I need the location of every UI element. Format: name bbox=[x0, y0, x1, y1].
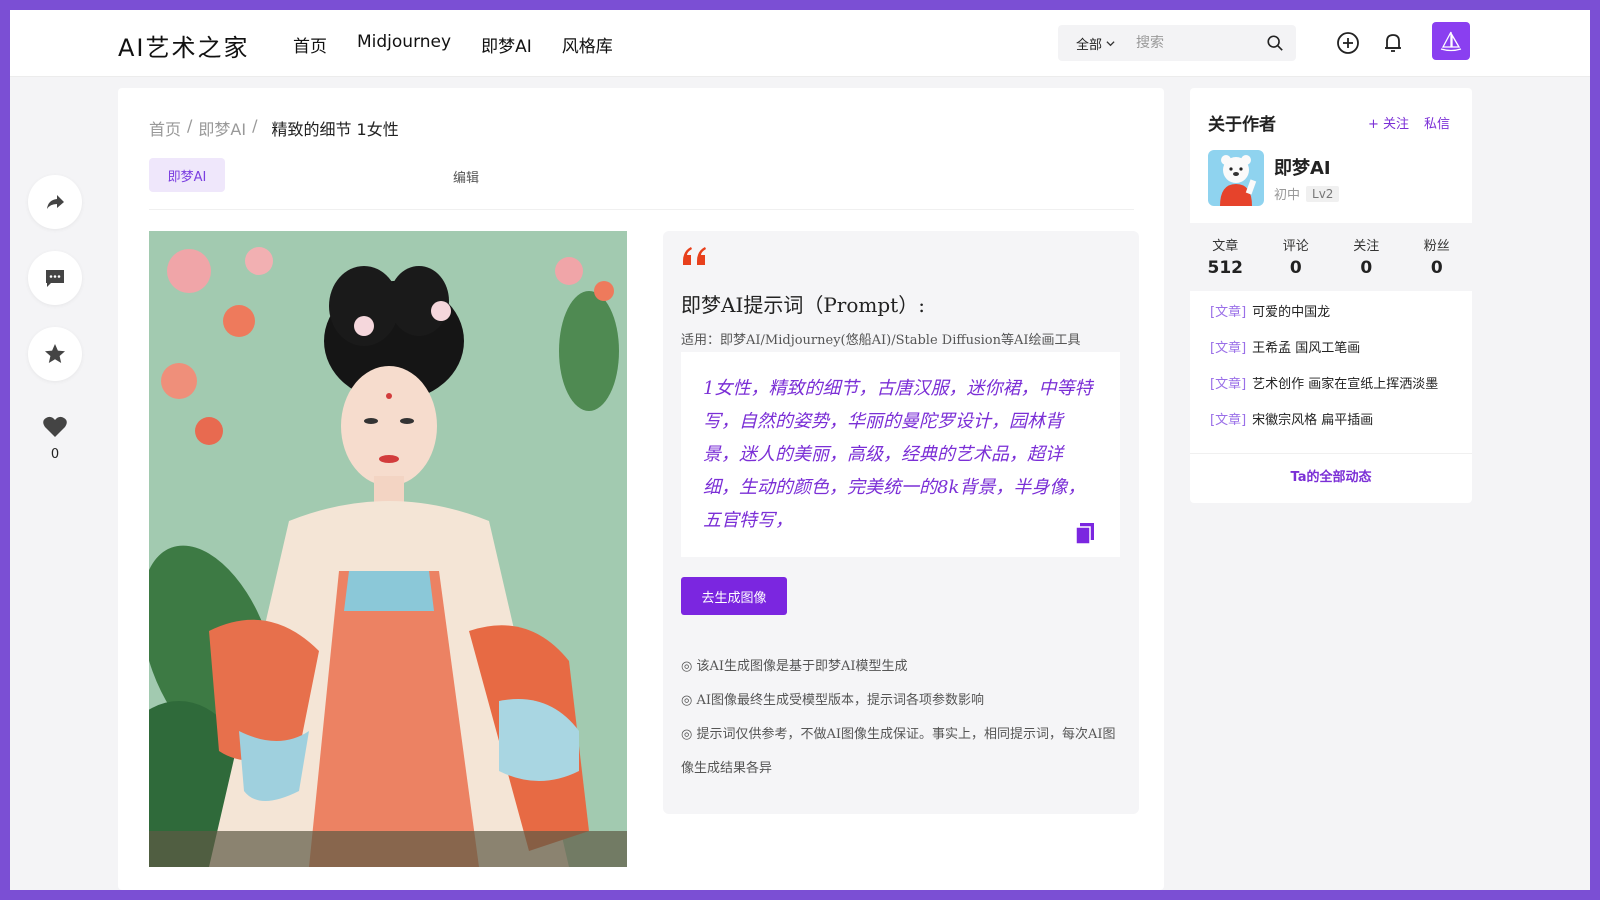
note-line: ◎ AI图像最终生成受模型版本，提示词各项参数影响 bbox=[681, 693, 984, 708]
site-logo[interactable]: AI艺术之家 bbox=[118, 28, 250, 63]
quote-icon bbox=[683, 247, 706, 265]
follow-button[interactable]: + 关注 bbox=[1368, 113, 1409, 132]
stat-comments[interactable]: 评论 0 bbox=[1261, 223, 1332, 291]
search-scope-label: 全部 bbox=[1076, 37, 1103, 53]
stat-label: 评论 bbox=[1282, 239, 1309, 254]
search-input[interactable] bbox=[1136, 35, 1256, 51]
all-activity-link[interactable]: Ta的全部动态 bbox=[1190, 466, 1472, 485]
nav-item-midjourney[interactable]: Midjourney bbox=[357, 32, 451, 57]
note-line: ◎ 提示词仅供参考，不做AI图像生成保证。事实上，相同提示词，每次AI图像生成结… bbox=[681, 727, 1116, 776]
note-line: ◎ 该AI生成图像是基于即梦AI模型生成 bbox=[681, 659, 908, 674]
nav-item-home[interactable]: 首页 bbox=[293, 32, 327, 57]
browser-frame: AI艺术之家 首页 Midjourney 即梦AI 风格库 全部 搜索 0 首页… bbox=[10, 10, 1590, 890]
favorite-button[interactable] bbox=[28, 327, 82, 381]
post-tag: [文章] bbox=[1210, 341, 1247, 356]
article-card: 首页 / 即梦AI / 精致的细节 1女性 即梦AI 编辑 即梦AI提示词（Pr… bbox=[118, 88, 1164, 890]
message-button[interactable]: 私信 bbox=[1424, 113, 1450, 132]
breadcrumb-current: 精致的细节 1女性 bbox=[271, 120, 399, 139]
breadcrumb-separator: / bbox=[187, 116, 193, 135]
add-circle-icon[interactable] bbox=[1335, 30, 1361, 56]
chevron-down-icon bbox=[1106, 40, 1115, 46]
copy-icon[interactable] bbox=[1074, 521, 1096, 545]
list-item[interactable]: [文章] 宋徽宗风格 扁平插画 bbox=[1210, 409, 1460, 445]
level-text: 初中 bbox=[1274, 188, 1301, 203]
star-icon bbox=[45, 344, 65, 363]
sailboat-icon bbox=[1440, 31, 1462, 52]
user-avatar[interactable] bbox=[1432, 22, 1470, 60]
edit-link[interactable]: 编辑 bbox=[453, 167, 479, 186]
artwork-image[interactable] bbox=[149, 231, 627, 867]
post-tag: [文章] bbox=[1210, 413, 1247, 428]
stat-value: 512 bbox=[1207, 258, 1244, 278]
hanfu-portrait-illustration bbox=[149, 231, 627, 867]
divider bbox=[1190, 453, 1472, 454]
search-scope-dropdown[interactable]: 全部 bbox=[1058, 34, 1136, 53]
list-item[interactable]: [文章] 艺术创作 画家在宣纸上挥洒淡墨 bbox=[1210, 373, 1460, 409]
post-title: 王希孟 国风工笔画 bbox=[1252, 341, 1361, 356]
stat-value: 0 bbox=[1360, 258, 1373, 278]
stat-value: 0 bbox=[1430, 258, 1443, 278]
category-tag[interactable]: 即梦AI bbox=[149, 158, 225, 192]
list-item[interactable]: [文章] 王希孟 国风工笔画 bbox=[1210, 337, 1460, 373]
author-card: 关于作者 + 关注 私信 即梦AI 初中 Lv2 文章 512 评论 0 关注 … bbox=[1190, 88, 1472, 503]
breadcrumb-category[interactable]: 即梦AI bbox=[198, 116, 246, 140]
prompt-title: 即梦AI提示词（Prompt）: bbox=[681, 293, 925, 317]
list-item[interactable]: [文章] 可爱的中国龙 bbox=[1210, 301, 1460, 337]
generate-image-button[interactable]: 去生成图像 bbox=[681, 577, 787, 615]
nav-item-style-library[interactable]: 风格库 bbox=[562, 32, 613, 57]
author-avatar[interactable] bbox=[1208, 150, 1264, 206]
post-title: 可爱的中国龙 bbox=[1252, 305, 1331, 320]
stat-label: 关注 bbox=[1353, 239, 1380, 254]
prompt-subtitle: 适用：即梦AI/Midjourney(悠船AI)/Stable Diffusio… bbox=[681, 333, 1081, 348]
site-header: AI艺术之家 首页 Midjourney 即梦AI 风格库 全部 bbox=[10, 10, 1590, 77]
author-post-list: [文章] 可爱的中国龙 [文章] 王希孟 国风工笔画 [文章] 艺术创作 画家在宣纸上… bbox=[1210, 301, 1460, 445]
stat-following[interactable]: 关注 0 bbox=[1331, 223, 1402, 291]
nav-item-jimeng[interactable]: 即梦AI bbox=[481, 32, 532, 57]
stat-articles[interactable]: 文章 512 bbox=[1190, 223, 1261, 291]
post-tag: [文章] bbox=[1210, 377, 1247, 392]
bell-icon[interactable] bbox=[1380, 30, 1406, 56]
author-stats: 文章 512 评论 0 关注 0 粉丝 0 bbox=[1190, 223, 1472, 291]
main-nav: 首页 Midjourney 即梦AI 风格库 bbox=[293, 32, 613, 57]
prompt-text-container: 1女性，精致的细节，古唐汉服，迷你裙，中等特写，自然的姿势，华丽的曼陀罗设计，园… bbox=[681, 352, 1120, 557]
level-badge: Lv2 bbox=[1306, 185, 1340, 202]
like-widget[interactable]: 0 bbox=[28, 415, 82, 462]
breadcrumb-separator: / bbox=[252, 116, 258, 135]
search-icon[interactable] bbox=[1266, 34, 1284, 52]
heart-icon[interactable] bbox=[42, 415, 68, 439]
prompt-text[interactable]: 1女性，精致的细节，古唐汉服，迷你裙，中等特写，自然的姿势，华丽的曼陀罗设计，园… bbox=[703, 372, 1093, 537]
stat-value: 0 bbox=[1289, 258, 1302, 278]
like-count: 0 bbox=[50, 447, 60, 462]
stat-followers[interactable]: 粉丝 0 bbox=[1402, 223, 1473, 291]
share-button[interactable] bbox=[28, 175, 82, 229]
stat-label: 粉丝 bbox=[1423, 239, 1450, 254]
post-title: 宋徽宗风格 扁平插画 bbox=[1252, 413, 1374, 428]
divider bbox=[149, 209, 1134, 210]
comment-button[interactable] bbox=[28, 251, 82, 305]
stat-label: 文章 bbox=[1212, 239, 1239, 254]
author-level: 初中 Lv2 bbox=[1274, 184, 1340, 203]
bear-mascot-icon bbox=[1208, 150, 1264, 206]
prompt-panel: 即梦AI提示词（Prompt）: 适用：即梦AI/Midjourney(悠船AI… bbox=[663, 231, 1139, 814]
post-title: 艺术创作 画家在宣纸上挥洒淡墨 bbox=[1252, 377, 1439, 392]
author-name[interactable]: 即梦AI bbox=[1274, 154, 1331, 180]
post-tag: [文章] bbox=[1210, 305, 1247, 320]
share-arrow-icon bbox=[47, 195, 64, 209]
comment-icon bbox=[46, 270, 64, 287]
author-section-title: 关于作者 bbox=[1208, 115, 1276, 135]
breadcrumb-home[interactable]: 首页 bbox=[149, 116, 181, 140]
search-bar: 全部 bbox=[1058, 25, 1296, 61]
breadcrumb: 首页 / 即梦AI / 精致的细节 1女性 bbox=[149, 116, 399, 140]
